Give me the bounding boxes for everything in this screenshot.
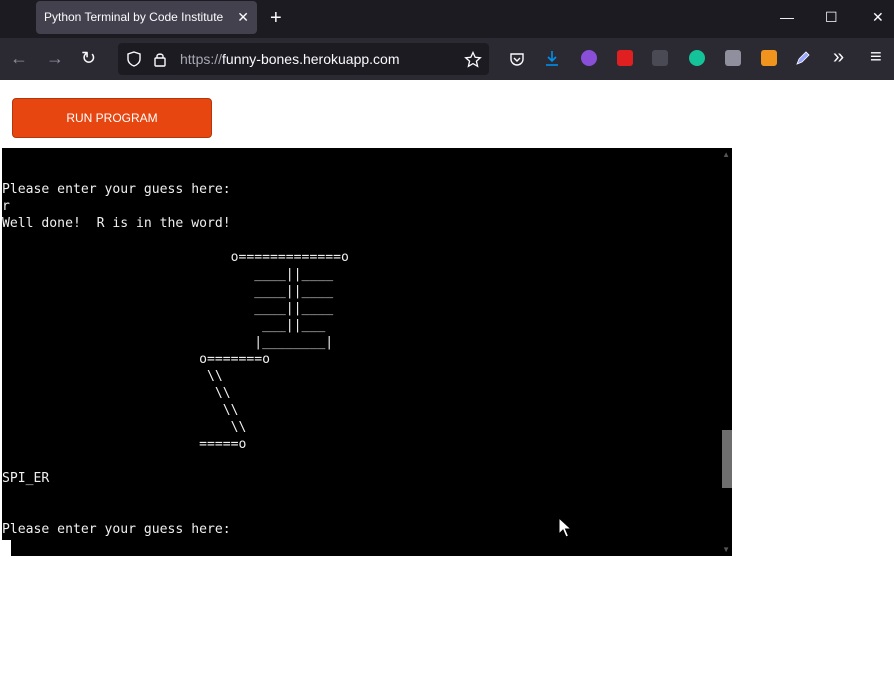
menu-icon[interactable]: ≡ [870, 47, 882, 67]
window-close-icon[interactable]: ✕ [872, 8, 884, 26]
extension-k-icon[interactable] [725, 50, 741, 66]
scroll-down-icon[interactable]: ▼ [722, 545, 730, 554]
browser-tab-bar: Python Terminal by Code Institute ✕ + — … [0, 0, 894, 38]
extension-g-icon[interactable] [761, 50, 777, 66]
run-program-button[interactable]: RUN PROGRAM [12, 98, 212, 138]
pen-icon[interactable] [795, 50, 811, 66]
extension-badge-icon[interactable] [581, 50, 597, 66]
terminal-corner [2, 540, 11, 556]
bookmark-star-icon[interactable] [464, 51, 482, 69]
grammarly-icon[interactable] [689, 50, 705, 66]
back-icon[interactable]: ← [10, 48, 28, 68]
shield-icon[interactable] [126, 51, 142, 67]
scroll-up-icon[interactable]: ▲ [722, 150, 730, 159]
maximize-icon[interactable]: ☐ [825, 8, 838, 26]
browser-tab[interactable]: Python Terminal by Code Institute ✕ [36, 1, 257, 34]
url-host: funny-bones.herokuapp.com [222, 51, 400, 67]
terminal-output: Please enter your guess here: r Well don… [2, 182, 349, 537]
scrollbar-thumb[interactable] [722, 430, 732, 488]
url-bar[interactable]: https://funny-bones.herokuapp.com [118, 43, 489, 75]
download-icon[interactable] [544, 50, 560, 68]
overflow-chevron-icon[interactable]: » [833, 47, 844, 67]
new-tab-icon[interactable]: + [270, 8, 282, 28]
minimize-icon[interactable]: — [780, 8, 794, 26]
extension-glasses-icon[interactable] [652, 50, 668, 66]
lock-icon[interactable] [153, 51, 167, 67]
tab-close-icon[interactable]: ✕ [237, 8, 249, 26]
pocket-icon[interactable] [509, 51, 525, 67]
reload-icon[interactable]: ↻ [81, 48, 96, 68]
browser-nav-bar: ← → ↻ https://funny-bones.herokuapp.com … [0, 38, 894, 80]
terminal-scrollbar[interactable]: ▲ ▼ [722, 148, 732, 556]
tab-title: Python Terminal by Code Institute [44, 10, 224, 24]
url-scheme: https:// [180, 51, 223, 67]
url-text[interactable]: https://funny-bones.herokuapp.com [180, 51, 399, 67]
forward-icon[interactable]: → [46, 48, 64, 68]
mouse-cursor-icon [558, 517, 572, 538]
python-terminal[interactable]: Please enter your guess here: r Well don… [2, 148, 732, 556]
adblock-shield-icon[interactable] [617, 50, 633, 66]
